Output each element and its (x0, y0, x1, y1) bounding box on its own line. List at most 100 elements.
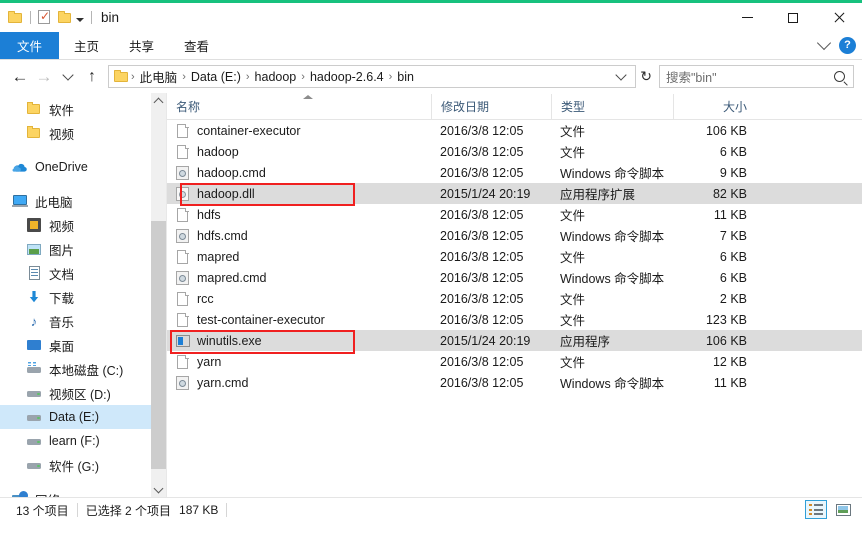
file-name-label: rcc (197, 291, 214, 306)
column-header-type[interactable]: 类型 (551, 94, 673, 119)
sidebar-item-pictures[interactable]: 图片 (0, 237, 166, 261)
quick-access-chevron-down-icon[interactable] (76, 17, 84, 22)
onedrive-cloud-icon (12, 159, 28, 175)
documents-icon (26, 265, 42, 281)
sidebar-item-downloads[interactable]: 下载 (0, 285, 166, 309)
back-button[interactable]: ← (8, 65, 32, 89)
column-header-size[interactable]: 大小 (673, 94, 761, 119)
breadcrumb-item-data-e[interactable]: Data (E:) (187, 70, 245, 84)
sidebar-item-drive-e[interactable]: Data (E:) (0, 405, 166, 429)
sidebar-item-this-pc[interactable]: 此电脑 (0, 189, 166, 213)
help-icon[interactable]: ? (839, 37, 856, 54)
sidebar-item-drive-g[interactable]: 软件 (G:) (0, 453, 166, 477)
navigation-pane: 软件 视频 OneDrive 此电脑 视频 图片 文档 下载 ♪ 音乐 桌面 本… (0, 93, 167, 497)
table-row[interactable]: yarn.cmd 2016/3/8 12:05 Windows 命令脚本 11 … (167, 372, 862, 393)
refresh-icon[interactable]: ↻ (640, 68, 652, 85)
maximize-button[interactable] (770, 3, 816, 32)
search-input[interactable]: 搜索"bin" (666, 67, 834, 86)
expand-ribbon-chevron-down-icon[interactable] (816, 35, 832, 50)
column-header-date[interactable]: 修改日期 (431, 94, 551, 119)
sidebar-item-shipin-qa[interactable]: 视频 (0, 121, 166, 145)
file-name-cell[interactable]: hdfs (167, 207, 431, 223)
file-name-cell[interactable]: container-executor (167, 123, 431, 139)
breadcrumb-item-bin[interactable]: bin (393, 70, 418, 84)
table-row[interactable]: rcc 2016/3/8 12:05 文件 2 KB (167, 288, 862, 309)
file-name-cell[interactable]: hadoop.cmd (167, 165, 431, 181)
new-folder-icon[interactable] (58, 11, 73, 24)
sidebar-item-music[interactable]: ♪ 音乐 (0, 309, 166, 333)
table-row[interactable]: mapred.cmd 2016/3/8 12:05 Windows 命令脚本 6… (167, 267, 862, 288)
breadcrumb-bar[interactable]: › 此电脑 › Data (E:) › hadoop › hadoop-2.6.… (108, 65, 637, 88)
scroll-up-arrow-icon[interactable] (151, 93, 166, 109)
table-row[interactable]: hadoop.cmd 2016/3/8 12:05 Windows 命令脚本 9… (167, 162, 862, 183)
file-name-cell[interactable]: winutils.exe (167, 333, 431, 349)
file-list-pane: 名称 修改日期 类型 大小 container-executor 2016/3/… (167, 93, 862, 497)
column-header-name[interactable]: 名称 (167, 94, 431, 119)
sidebar-item-label: 视频区 (D:) (49, 387, 111, 402)
quick-access-toolbar (8, 9, 99, 25)
sidebar-item-local-disk-c[interactable]: 本地磁盘 (C:) (0, 357, 166, 381)
breadcrumb-item-hadoop[interactable]: hadoop (251, 70, 301, 84)
sidebar-scrollbar[interactable] (151, 93, 166, 497)
details-view-button[interactable] (805, 500, 827, 519)
properties-icon[interactable] (38, 9, 51, 25)
table-row[interactable]: yarn 2016/3/8 12:05 文件 12 KB (167, 351, 862, 372)
file-size-cell: 12 KB (712, 354, 747, 369)
sidebar-item-network[interactable]: 网络 (0, 487, 166, 497)
sidebar-item-drive-d[interactable]: 视频区 (D:) (0, 381, 166, 405)
sidebar-item-videos[interactable]: 视频 (0, 213, 166, 237)
table-row[interactable]: hdfs.cmd 2016/3/8 12:05 Windows 命令脚本 7 K… (167, 225, 862, 246)
minimize-button[interactable] (724, 3, 770, 32)
recent-locations-button[interactable] (56, 65, 80, 89)
file-type-cell: 文件 (560, 293, 586, 307)
file-name-cell[interactable]: mapred.cmd (167, 270, 431, 286)
sidebar-item-label: 本地磁盘 (C:) (49, 363, 124, 378)
file-name-cell[interactable]: test-container-executor (167, 312, 431, 328)
breadcrumb-chevron-down-icon[interactable] (615, 68, 627, 81)
tab-home[interactable]: 主页 (59, 32, 114, 59)
tab-share[interactable]: 共享 (114, 32, 169, 59)
large-icons-view-button[interactable] (832, 500, 854, 519)
scroll-down-arrow-icon[interactable] (151, 481, 166, 497)
file-name-cell[interactable]: yarn.cmd (167, 375, 431, 391)
table-row[interactable]: winutils.exe 2015/1/24 20:19 应用程序 106 KB (167, 330, 862, 351)
breadcrumb: › 此电脑 › Data (E:) › hadoop › hadoop-2.6.… (130, 67, 614, 86)
sidebar-item-ruanjian-qa[interactable]: 软件 (0, 97, 166, 121)
up-button[interactable]: ↑ (80, 65, 104, 89)
up-arrow-icon: ↑ (88, 67, 96, 85)
table-row[interactable]: hdfs 2016/3/8 12:05 文件 11 KB (167, 204, 862, 225)
sidebar-item-onedrive[interactable]: OneDrive (0, 155, 166, 179)
search-icon[interactable] (834, 71, 845, 82)
file-name-cell[interactable]: rcc (167, 291, 431, 307)
file-name-cell[interactable]: hadoop (167, 144, 431, 160)
sidebar-scrollbar-thumb[interactable] (151, 221, 166, 469)
tab-file[interactable]: 文件 (0, 32, 60, 59)
forward-button[interactable]: → (32, 65, 56, 89)
back-arrow-icon: ← (11, 67, 29, 86)
close-button[interactable] (816, 3, 862, 32)
search-box[interactable]: 搜索"bin" (659, 65, 854, 88)
folder-icon[interactable] (8, 11, 23, 24)
table-row[interactable]: test-container-executor 2016/3/8 12:05 文… (167, 309, 862, 330)
status-selection-size: 187 KB (179, 503, 219, 517)
breadcrumb-item-this-pc[interactable]: 此电脑 (136, 67, 182, 86)
dll-icon (176, 186, 190, 202)
table-row[interactable]: container-executor 2016/3/8 12:05 文件 106… (167, 120, 862, 141)
table-row[interactable]: hadoop 2016/3/8 12:05 文件 6 KB (167, 141, 862, 162)
sidebar-item-desktop[interactable]: 桌面 (0, 333, 166, 357)
breadcrumb-dropdown[interactable] (614, 68, 631, 81)
file-name-cell[interactable]: hadoop.dll (167, 186, 431, 202)
sidebar-item-documents[interactable]: 文档 (0, 261, 166, 285)
file-name-cell[interactable]: yarn (167, 354, 431, 370)
table-row[interactable]: hadoop.dll 2015/1/24 20:19 应用程序扩展 82 KB (167, 183, 862, 204)
table-row[interactable]: mapred 2016/3/8 12:05 文件 6 KB (167, 246, 862, 267)
file-name-cell[interactable]: hdfs.cmd (167, 228, 431, 244)
file-name-cell[interactable]: mapred (167, 249, 431, 265)
file-size-cell: 106 KB (705, 333, 747, 348)
file-date-cell: 2016/3/8 12:05 (440, 123, 524, 138)
sidebar-item-drive-f[interactable]: learn (F:) (0, 429, 166, 453)
sidebar-item-label: 图片 (49, 243, 75, 258)
breadcrumb-item-hadoop-264[interactable]: hadoop-2.6.4 (306, 70, 388, 84)
tab-view[interactable]: 查看 (169, 32, 224, 59)
ribbon-right-controls: ? (816, 32, 856, 59)
